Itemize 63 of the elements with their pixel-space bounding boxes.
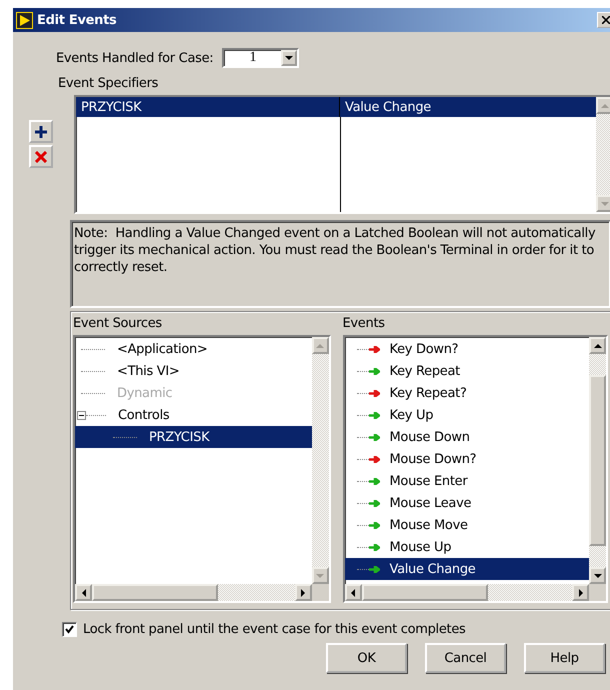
event-item[interactable]: Key Up — [344, 404, 589, 426]
event-item[interactable]: Key Down? — [344, 338, 589, 360]
dropdown-button[interactable] — [281, 50, 298, 66]
close-button[interactable] — [597, 12, 610, 28]
checkbox[interactable] — [62, 622, 77, 637]
scroll-down-button[interactable] — [589, 567, 606, 584]
event-item[interactable]: Mouse Up — [344, 536, 589, 558]
scroll-left-button[interactable] — [344, 584, 362, 601]
caret-icon — [285, 56, 294, 60]
up-arrow-icon — [592, 342, 602, 350]
event-item[interactable]: Mouse Down? — [344, 448, 589, 470]
table-cell-text: Value Change — [344, 98, 432, 116]
down-arrow-icon — [600, 200, 610, 208]
event-item[interactable]: Key Repeat? — [344, 382, 589, 404]
scrollbar-thumb[interactable] — [589, 375, 606, 546]
event-item[interactable]: Value Change — [344, 558, 589, 580]
help-button[interactable]: Help — [524, 643, 605, 673]
scroll-left-button[interactable] — [75, 584, 92, 601]
section-label: Event Sources — [73, 316, 163, 333]
window-title: Edit Events — [37, 12, 116, 28]
right-arrow-icon — [576, 588, 584, 598]
close-icon — [602, 16, 610, 24]
left-arrow-icon — [80, 588, 88, 598]
table-row[interactable]: PRZYCISK Value Change — [76, 97, 596, 117]
tree-item[interactable]: PRZYCISK — [75, 426, 312, 448]
left-arrow-icon — [349, 588, 357, 598]
tree-item[interactable]: Controls — [75, 404, 312, 426]
down-arrow-icon — [592, 572, 602, 580]
check-icon — [65, 625, 74, 634]
down-arrow-icon — [315, 572, 325, 580]
add-button[interactable] — [29, 120, 53, 143]
tree-item[interactable]: <Application> — [75, 338, 312, 360]
scrollbar-corner — [589, 584, 606, 601]
table-cell: PRZYCISK — [76, 97, 340, 117]
collapse-button[interactable] — [77, 410, 86, 420]
scroll-up-button[interactable] — [589, 337, 606, 354]
tree-item[interactable]: <This VI> — [75, 360, 312, 382]
event-item[interactable]: Mouse Move — [344, 514, 589, 536]
scroll-right-button[interactable] — [294, 584, 312, 601]
event-item[interactable]: Key Repeat — [344, 360, 589, 382]
close-icon — [35, 150, 47, 162]
delete-button[interactable] — [29, 145, 53, 168]
event-item[interactable]: Mouse Down — [344, 426, 589, 448]
event-item[interactable]: Mouse Leave — [344, 492, 589, 514]
cancel-button[interactable]: Cancel — [425, 643, 506, 673]
case-count-label: Events Handled for Case: — [56, 50, 214, 66]
checkbox-label: Lock front panel until the event case for this event completes — [83, 622, 466, 637]
play-icon — [16, 12, 33, 28]
up-arrow-icon — [315, 342, 325, 350]
case-count-dropdown[interactable]: 1 — [222, 48, 300, 68]
section-label: Event Specifiers — [58, 76, 160, 91]
scrollbar-corner — [312, 584, 328, 601]
ok-button[interactable]: OK — [326, 643, 407, 673]
plus-icon — [34, 124, 48, 138]
scroll-right-button[interactable] — [572, 584, 589, 601]
note-text: Note: Handling a Value Changed event on a Latched Boolean will not automatically trigger its mechanical action. You must read the Boolean's Terminal in order for it to correctly reset. — [70, 220, 610, 308]
section-label: Events — [342, 316, 386, 333]
scrollbar-thumb[interactable] — [362, 584, 488, 601]
scrollbar-thumb[interactable] — [92, 584, 218, 601]
event-item[interactable]: Mouse Enter — [344, 470, 589, 492]
minus-icon — [79, 412, 84, 418]
right-arrow-icon — [299, 588, 307, 598]
up-arrow-icon — [600, 102, 610, 110]
